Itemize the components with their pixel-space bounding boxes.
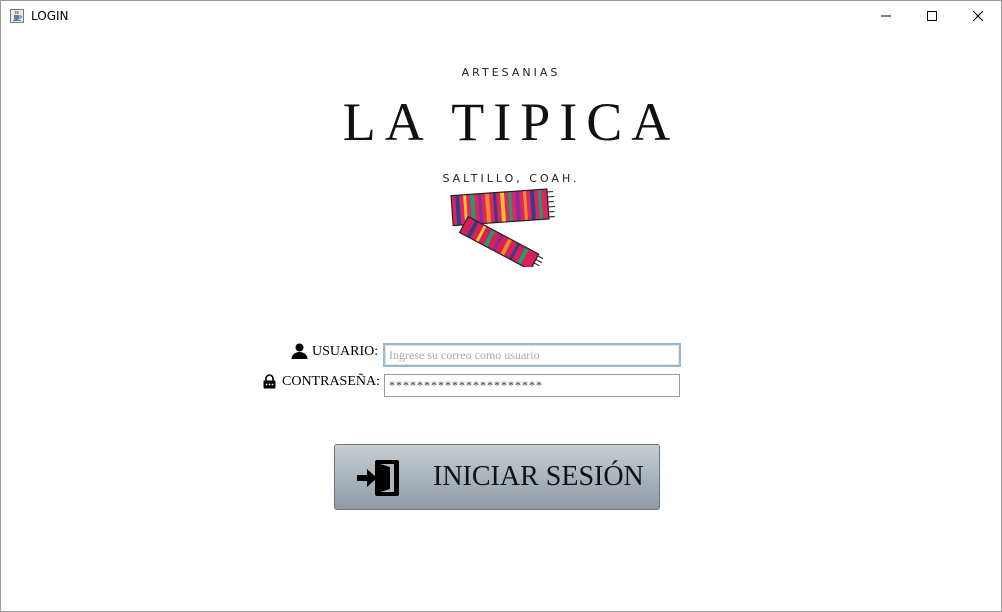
lock-icon bbox=[263, 374, 276, 389]
logo-title: LA TIPICA bbox=[342, 92, 680, 152]
logo-top-text: ARTESANIAS bbox=[461, 66, 561, 79]
username-label: USUARIO: bbox=[312, 344, 379, 359]
close-icon bbox=[973, 11, 983, 21]
username-input[interactable] bbox=[383, 343, 681, 367]
login-window: LOGIN ARTESANIAS LA TIPICA SALTILLO, COA… bbox=[0, 0, 1002, 612]
login-button[interactable]: INICIAR SESIÓN bbox=[334, 444, 660, 510]
close-button[interactable] bbox=[955, 1, 1001, 31]
striped-scarf-icon bbox=[450, 188, 556, 267]
login-button-label: INICIAR SESIÓN bbox=[433, 461, 644, 492]
minimize-icon bbox=[881, 15, 891, 17]
password-input[interactable] bbox=[384, 374, 680, 397]
brand-logo: ARTESANIAS LA TIPICA SALTILLO, COAH. bbox=[331, 59, 691, 274]
maximize-icon bbox=[927, 11, 937, 21]
password-label: CONTRASEÑA: bbox=[282, 374, 381, 389]
window-title: LOGIN bbox=[31, 9, 69, 23]
minimize-button[interactable] bbox=[863, 1, 909, 31]
logo-subtitle: SALTILLO, COAH. bbox=[442, 172, 580, 185]
java-cup-icon bbox=[10, 9, 24, 23]
title-bar[interactable]: LOGIN bbox=[1, 1, 1001, 31]
sign-in-icon bbox=[357, 460, 399, 496]
user-icon bbox=[291, 343, 308, 359]
maximize-button[interactable] bbox=[909, 1, 955, 31]
